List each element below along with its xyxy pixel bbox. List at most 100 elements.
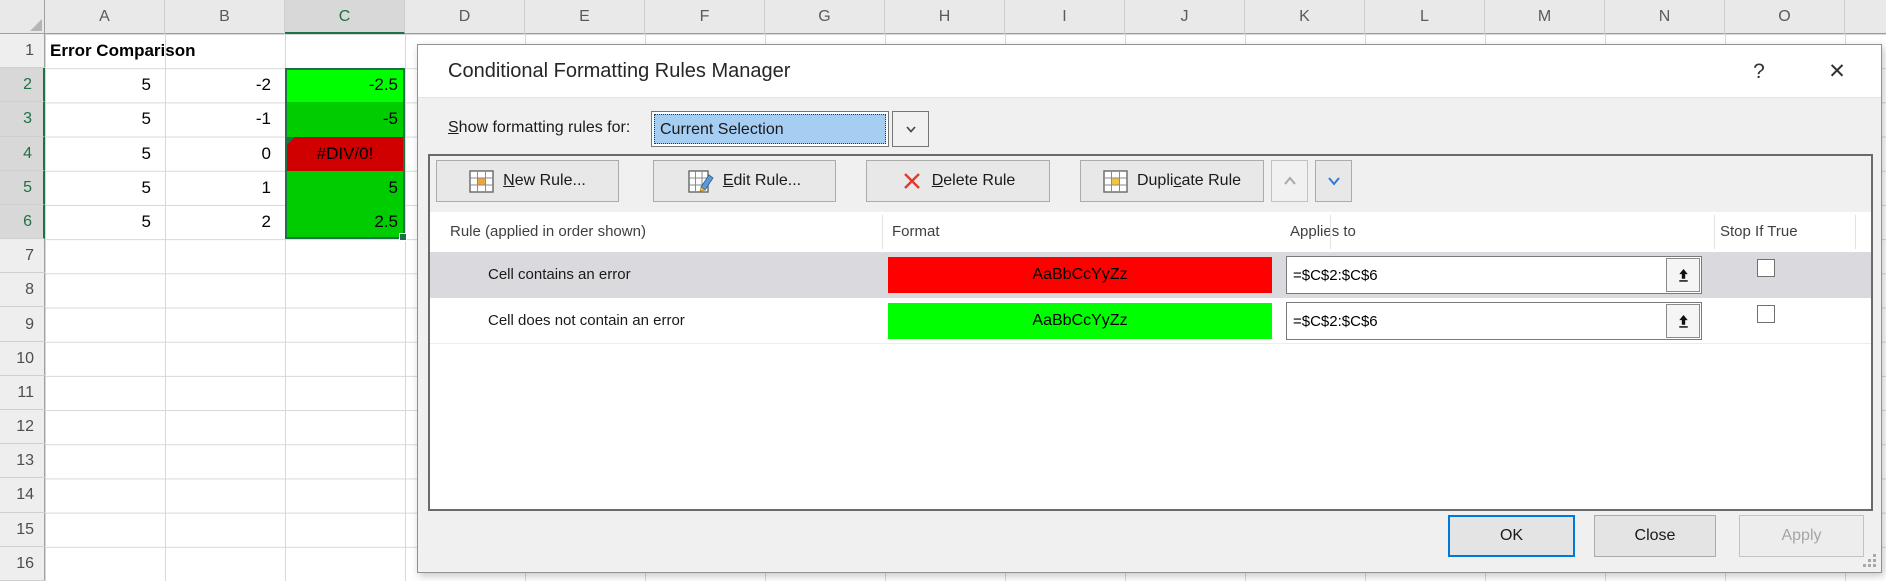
column-header-rule: Rule (applied in order shown) bbox=[450, 212, 646, 252]
move-rule-down-button[interactable] bbox=[1315, 160, 1352, 202]
column-header-C[interactable]: C bbox=[285, 0, 405, 34]
column-header-K[interactable]: K bbox=[1245, 0, 1365, 34]
format-preview-red: AaBbCcYyZz bbox=[888, 257, 1272, 293]
duplicate-rule-icon bbox=[1103, 170, 1128, 193]
cell-C6[interactable]: 2.5 bbox=[285, 205, 405, 239]
rules-panel: New Rule... Edit Rule... Delete Rule bbox=[428, 154, 1873, 511]
cell-A3[interactable]: 5 bbox=[45, 102, 158, 136]
row-header-6[interactable]: 6 bbox=[0, 205, 45, 239]
move-rule-up-button[interactable] bbox=[1271, 160, 1308, 202]
new-rule-icon bbox=[469, 170, 494, 193]
error-indicator-icon bbox=[285, 137, 295, 147]
apply-button[interactable]: Apply bbox=[1739, 515, 1864, 557]
delete-rule-button[interactable]: Delete Rule bbox=[866, 160, 1050, 202]
close-icon[interactable]: ✕ bbox=[1816, 51, 1858, 93]
conditional-formatting-rules-manager-dialog: Conditional Formatting Rules Manager ? ✕… bbox=[417, 44, 1882, 573]
cell-B5[interactable]: 1 bbox=[165, 171, 278, 205]
column-header-stop-if-true: Stop If True bbox=[1720, 212, 1798, 252]
show-rules-for-combobox[interactable]: Current Selection bbox=[651, 111, 889, 147]
collapse-dialog-button[interactable] bbox=[1666, 304, 1700, 338]
stop-if-true-checkbox[interactable] bbox=[1757, 259, 1775, 277]
combobox-dropdown-button[interactable] bbox=[892, 111, 929, 147]
header-separator bbox=[1855, 215, 1856, 249]
column-header-O[interactable]: O bbox=[1725, 0, 1845, 34]
chevron-down-icon bbox=[1325, 174, 1343, 188]
column-header-format: Format bbox=[892, 212, 940, 252]
duplicate-rule-button[interactable]: Duplicate Rule bbox=[1080, 160, 1264, 202]
row-header-11[interactable]: 11 bbox=[0, 376, 45, 410]
collapse-dialog-icon bbox=[1676, 268, 1691, 283]
column-header-applies-to: Applies to bbox=[1290, 212, 1356, 252]
chevron-down-icon bbox=[902, 121, 920, 137]
cell-B3[interactable]: -1 bbox=[165, 102, 278, 136]
cell-C3[interactable]: -5 bbox=[285, 102, 405, 136]
cell-C2[interactable]: -2.5 bbox=[285, 68, 405, 102]
edit-rule-button[interactable]: Edit Rule... bbox=[653, 160, 836, 202]
row-header-5[interactable]: 5 bbox=[0, 171, 45, 205]
row-header-4[interactable]: 4 bbox=[0, 137, 45, 171]
row-header-2[interactable]: 2 bbox=[0, 68, 45, 102]
header-separator bbox=[882, 215, 883, 249]
row-header-12[interactable]: 12 bbox=[0, 410, 45, 444]
cell-B6[interactable]: 2 bbox=[165, 205, 278, 239]
ok-button[interactable]: OK bbox=[1448, 515, 1575, 557]
column-header-L[interactable]: L bbox=[1365, 0, 1485, 34]
rule-row-1[interactable]: Cell contains an error AaBbCcYyZz bbox=[430, 252, 1871, 298]
collapse-dialog-button[interactable] bbox=[1666, 258, 1700, 292]
duplicate-rule-label: Duplicate Rule bbox=[1137, 172, 1241, 190]
column-header-I[interactable]: I bbox=[1005, 0, 1125, 34]
applies-to-input[interactable] bbox=[1286, 256, 1702, 294]
rules-list: Rule (applied in order shown) Format App… bbox=[430, 212, 1871, 509]
rule-description: Cell contains an error bbox=[488, 252, 631, 298]
column-header-D[interactable]: D bbox=[405, 0, 525, 34]
cell-A5[interactable]: 5 bbox=[45, 171, 158, 205]
help-button[interactable]: ? bbox=[1738, 51, 1780, 93]
column-header-A[interactable]: A bbox=[45, 0, 165, 34]
row-header-13[interactable]: 13 bbox=[0, 444, 45, 478]
column-header-B[interactable]: B bbox=[165, 0, 285, 34]
rule-row-2[interactable]: Cell does not contain an error AaBbCcYyZ… bbox=[430, 298, 1871, 344]
row-header-7[interactable]: 7 bbox=[0, 239, 45, 273]
column-header-E[interactable]: E bbox=[525, 0, 645, 34]
column-header-M[interactable]: M bbox=[1485, 0, 1605, 34]
chevron-up-icon bbox=[1281, 174, 1299, 188]
cell-A2[interactable]: 5 bbox=[45, 68, 158, 102]
edit-rule-icon bbox=[688, 170, 714, 193]
cell-A1[interactable]: Error Comparison bbox=[50, 34, 195, 68]
header-separator bbox=[1714, 215, 1715, 249]
row-header-14[interactable]: 14 bbox=[0, 478, 45, 512]
cell-A4[interactable]: 5 bbox=[45, 137, 158, 171]
cell-C5[interactable]: 5 bbox=[285, 171, 405, 205]
column-header-G[interactable]: G bbox=[765, 0, 885, 34]
format-preview-green: AaBbCcYyZz bbox=[888, 303, 1272, 339]
dialog-titlebar[interactable]: Conditional Formatting Rules Manager ? ✕ bbox=[418, 45, 1881, 98]
cell-C4[interactable]: #DIV/0! bbox=[285, 137, 405, 171]
new-rule-button[interactable]: New Rule... bbox=[436, 160, 619, 202]
column-header-F[interactable]: F bbox=[645, 0, 765, 34]
row-header-1[interactable]: 1 bbox=[0, 34, 45, 68]
column-header-N[interactable]: N bbox=[1605, 0, 1725, 34]
column-header-J[interactable]: J bbox=[1125, 0, 1245, 34]
column-header-H[interactable]: H bbox=[885, 0, 1005, 34]
cell-A6[interactable]: 5 bbox=[45, 205, 158, 239]
row-header-9[interactable]: 9 bbox=[0, 308, 45, 342]
header-separator bbox=[1330, 215, 1331, 249]
cell-B2[interactable]: -2 bbox=[165, 68, 278, 102]
delete-rule-icon bbox=[901, 170, 923, 192]
rule-description: Cell does not contain an error bbox=[488, 298, 685, 344]
cell-C4-value: #DIV/0! bbox=[317, 144, 374, 163]
show-label-rest: how formatting rules for: bbox=[459, 119, 631, 136]
row-header-10[interactable]: 10 bbox=[0, 342, 45, 376]
select-all-button[interactable] bbox=[0, 0, 45, 34]
row-header-3[interactable]: 3 bbox=[0, 102, 45, 136]
delete-rule-label: Delete Rule bbox=[932, 172, 1016, 190]
cell-B4[interactable]: 0 bbox=[165, 137, 278, 171]
row-header-8[interactable]: 8 bbox=[0, 273, 45, 307]
close-button[interactable]: Close bbox=[1594, 515, 1716, 557]
row-header-15[interactable]: 15 bbox=[0, 513, 45, 547]
dialog-title: Conditional Formatting Rules Manager bbox=[448, 45, 790, 98]
row-header-16[interactable]: 16 bbox=[0, 547, 45, 581]
applies-to-input[interactable] bbox=[1286, 302, 1702, 340]
stop-if-true-checkbox[interactable] bbox=[1757, 305, 1775, 323]
resize-grip[interactable] bbox=[1864, 555, 1876, 567]
